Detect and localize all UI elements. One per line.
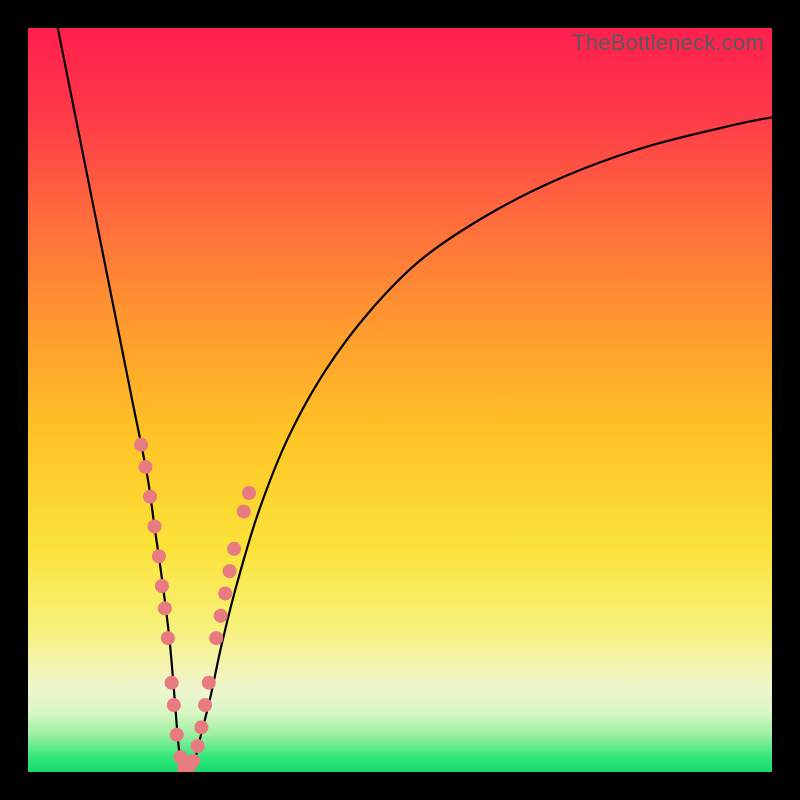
marker-bead [147, 519, 161, 533]
marker-bead [186, 754, 200, 768]
marker-bead [165, 676, 179, 690]
marker-bead [209, 631, 223, 645]
marker-bead [198, 698, 212, 712]
marker-bead [134, 438, 148, 452]
plot-area: TheBottleneck.com [28, 28, 772, 772]
marker-bead [223, 564, 237, 578]
marker-bead [139, 460, 153, 474]
marker-bead [155, 579, 169, 593]
marker-bead [218, 586, 232, 600]
marker-bead [214, 609, 228, 623]
marker-bead [143, 490, 157, 504]
bottleneck-curve [58, 28, 772, 772]
marker-bead [191, 739, 205, 753]
marker-bead [242, 486, 256, 500]
marker-bead [161, 631, 175, 645]
chart-svg [28, 28, 772, 772]
marker-bead [170, 728, 184, 742]
chart-frame: TheBottleneck.com [0, 0, 800, 800]
marker-bead [167, 698, 181, 712]
marker-bead [158, 601, 172, 615]
marker-group [134, 438, 256, 772]
marker-bead [227, 542, 241, 556]
marker-bead [237, 505, 251, 519]
marker-bead [194, 720, 208, 734]
marker-bead [202, 676, 216, 690]
marker-bead [152, 549, 166, 563]
